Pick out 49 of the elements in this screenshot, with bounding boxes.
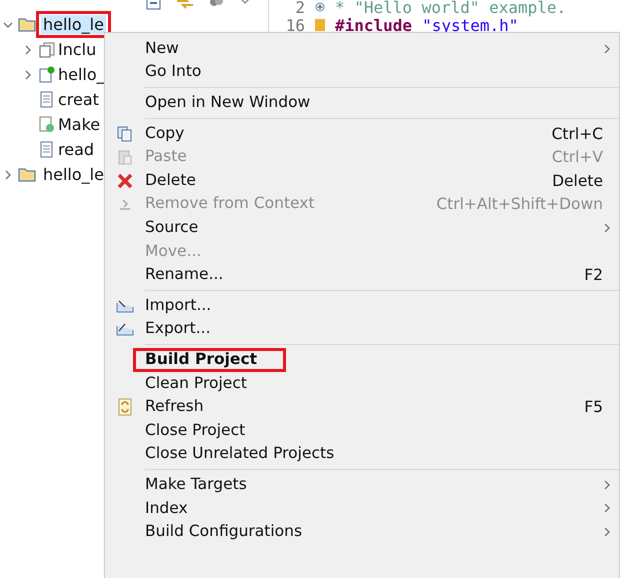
shortcut-text: F5 xyxy=(584,398,603,416)
code-text: "system.h" xyxy=(422,16,518,34)
menu-item[interactable]: Close Unrelated Projects xyxy=(145,445,334,464)
menu-item[interactable]: Clean Project xyxy=(145,374,247,392)
shortcut-text: Ctrl+V xyxy=(552,148,603,166)
shortcut-text: F2 xyxy=(584,266,603,284)
menu-item[interactable]: Delete xyxy=(145,172,196,190)
menu-item[interactable]: Go Into xyxy=(145,63,202,82)
tree-item[interactable]: creat xyxy=(56,90,101,109)
tree-item[interactable]: hello_le xyxy=(41,165,106,184)
shortcut-text: Ctrl+C xyxy=(552,124,603,143)
folder-icon xyxy=(18,17,36,32)
tree-item[interactable]: Inclu xyxy=(56,40,98,59)
remove-icon xyxy=(117,197,133,212)
refresh-icon xyxy=(117,398,133,416)
code-text: #include xyxy=(335,16,412,34)
source-file-icon xyxy=(38,66,56,83)
code-text: * "Hello world" example. xyxy=(335,0,566,16)
copy-icon xyxy=(117,126,133,142)
menu-item[interactable]: Make Targets xyxy=(145,476,247,494)
collapse-all-icon[interactable] xyxy=(146,0,162,10)
menu-item[interactable]: Source xyxy=(145,219,198,237)
menu-item[interactable]: Import... xyxy=(145,296,212,315)
menu-item[interactable]: Index xyxy=(145,500,188,518)
line-number: 16 xyxy=(284,16,305,34)
fold-icon[interactable] xyxy=(315,2,325,12)
menu-item[interactable]: Export... xyxy=(145,320,211,338)
export-icon xyxy=(116,322,134,336)
tree-item[interactable]: hello_ xyxy=(56,65,107,84)
paste-icon xyxy=(117,149,133,166)
folder-icon xyxy=(18,167,36,182)
tree-item[interactable]: read xyxy=(56,140,96,159)
line-number: 2 xyxy=(294,0,305,16)
menu-item[interactable]: Open in New Window xyxy=(145,94,310,112)
import-icon xyxy=(116,298,134,313)
menu-item[interactable]: Build Configurations xyxy=(145,523,302,541)
menu-item[interactable]: Refresh xyxy=(145,398,204,416)
tree-item[interactable]: hello_le xyxy=(41,15,106,34)
menu-item[interactable]: Close Project xyxy=(145,422,246,440)
delete-icon xyxy=(117,172,133,189)
tree-item[interactable]: Make xyxy=(56,115,102,134)
header-files-icon xyxy=(38,42,56,58)
shortcut-text: Ctrl+Alt+Shift+Down xyxy=(436,195,603,214)
makefile-icon xyxy=(38,116,56,133)
menu-item[interactable]: Rename... xyxy=(145,266,224,284)
menu-item[interactable]: New xyxy=(145,40,179,58)
menu-item[interactable]: Copy xyxy=(145,124,184,142)
shortcut-text: Delete xyxy=(552,172,603,190)
menu-item[interactable]: Build Project xyxy=(145,351,258,369)
